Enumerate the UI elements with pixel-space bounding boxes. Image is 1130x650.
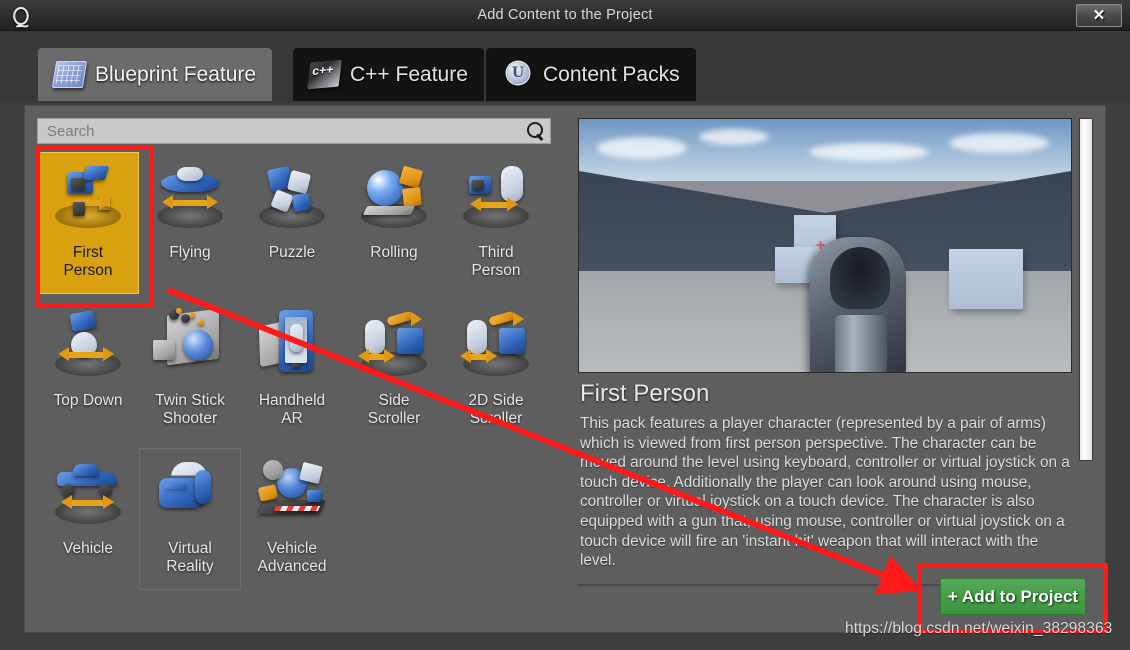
tab-strip: Blueprint Feature C++ Feature Content Pa… <box>0 31 1130 103</box>
template-tile-vehicle-label: Vehicle <box>63 540 113 557</box>
template-tile-handheld-ar[interactable]: Handheld AR <box>241 300 343 442</box>
template-tile-virtual-reality-label: Virtual Reality <box>166 540 214 575</box>
template-tile-rolling-label: Rolling <box>370 244 418 261</box>
content-frame: Search First Person Flying Puzzle Rollin… <box>24 105 1106 633</box>
template-tile-top-down[interactable]: Top Down <box>37 300 139 442</box>
rolling-thumbnail-icon <box>355 158 433 236</box>
handheld-ar-thumbnail-icon <box>253 306 331 384</box>
template-tile-handheld-ar-label: Handheld AR <box>258 392 326 427</box>
tab-content-packs-label: Content Packs <box>543 62 680 86</box>
search-input[interactable]: Search <box>38 123 522 140</box>
template-tile-2d-side-scroller-label: 2D Side Scroller <box>468 392 524 427</box>
detail-scrollbar-thumb[interactable] <box>1079 118 1093 461</box>
tab-content-packs[interactable]: Content Packs <box>486 48 696 101</box>
detail-description: This pack features a player character (r… <box>580 414 1070 572</box>
2d-side-scroller-thumbnail-icon <box>457 306 535 384</box>
tab-cpp-feature[interactable]: C++ Feature <box>293 48 484 101</box>
vehicle-thumbnail-icon <box>49 454 127 532</box>
template-tile-puzzle[interactable]: Puzzle <box>241 152 343 294</box>
template-preview-image: ✚ <box>578 118 1072 373</box>
template-browser: Search First Person Flying Puzzle Rollin… <box>37 118 570 621</box>
detail-title: First Person <box>580 380 710 407</box>
tab-blueprint-feature-label: Blueprint Feature <box>95 62 257 86</box>
side-scroller-thumbnail-icon <box>355 306 433 384</box>
watermark-text: https://blog.csdn.net/weixin_38298363 <box>845 620 1113 637</box>
template-tile-side-scroller[interactable]: Side Scroller <box>343 300 445 442</box>
flying-thumbnail-icon <box>151 158 229 236</box>
template-tile-2d-side-scroller[interactable]: 2D Side Scroller <box>445 300 547 442</box>
tab-cpp-feature-label: C++ Feature <box>350 62 468 86</box>
virtual-reality-thumbnail-icon <box>151 454 229 532</box>
detail-description-text: This pack features a player character (r… <box>580 415 1070 570</box>
template-tile-virtual-reality[interactable]: Virtual Reality <box>139 448 241 590</box>
tab-blueprint-feature[interactable]: Blueprint Feature <box>38 48 273 101</box>
cpp-icon <box>307 59 342 90</box>
template-tile-puzzle-label: Puzzle <box>268 244 316 261</box>
detail-description-clipped: An example map is also included. <box>580 571 1070 573</box>
detail-pane: ✚ First Person This pack features a play… <box>578 118 1095 621</box>
template-tile-flying-label: Flying <box>169 244 211 261</box>
template-tile-side-scroller-label: Side Scroller <box>367 392 421 427</box>
blueprint-icon <box>51 61 88 88</box>
content-pack-icon <box>502 61 533 88</box>
first-person-thumbnail-icon <box>49 158 127 236</box>
template-tile-third-person-label: Third Person <box>471 244 521 279</box>
puzzle-thumbnail-icon <box>253 158 331 236</box>
template-tile-rolling[interactable]: Rolling <box>343 152 445 294</box>
template-tile-vehicle-advanced[interactable]: Vehicle Advanced <box>241 448 343 590</box>
add-to-project-button[interactable]: + Add to Project <box>940 578 1086 615</box>
template-tile-twin-stick-shooter-label: Twin Stick Shooter <box>155 392 225 427</box>
third-person-thumbnail-icon <box>457 158 535 236</box>
template-tile-flying[interactable]: Flying <box>139 152 241 294</box>
vehicle-advanced-thumbnail-icon <box>253 454 331 532</box>
search-icon[interactable] <box>522 118 550 144</box>
template-tile-third-person[interactable]: Third Person <box>445 152 547 294</box>
template-grid: First Person Flying Puzzle Rolling Third… <box>37 152 560 621</box>
template-tile-top-down-label: Top Down <box>53 392 123 409</box>
template-tile-first-person-label: First Person <box>63 244 113 279</box>
window-title: Add Content to the Project <box>477 7 653 23</box>
add-content-dialog: 𝚀 Add Content to the Project ✕ Blueprint… <box>0 0 1130 650</box>
twin-stick-shooter-thumbnail-icon <box>151 306 229 384</box>
top-down-thumbnail-icon <box>49 306 127 384</box>
template-tile-first-person[interactable]: First Person <box>37 152 139 294</box>
template-tile-vehicle[interactable]: Vehicle <box>37 448 139 590</box>
template-tile-twin-stick-shooter[interactable]: Twin Stick Shooter <box>139 300 241 442</box>
search-bar[interactable]: Search <box>37 118 551 144</box>
title-bar: 𝚀 Add Content to the Project ✕ <box>0 0 1130 31</box>
close-button[interactable]: ✕ <box>1076 4 1122 27</box>
template-tile-vehicle-advanced-label: Vehicle Advanced <box>257 540 327 575</box>
